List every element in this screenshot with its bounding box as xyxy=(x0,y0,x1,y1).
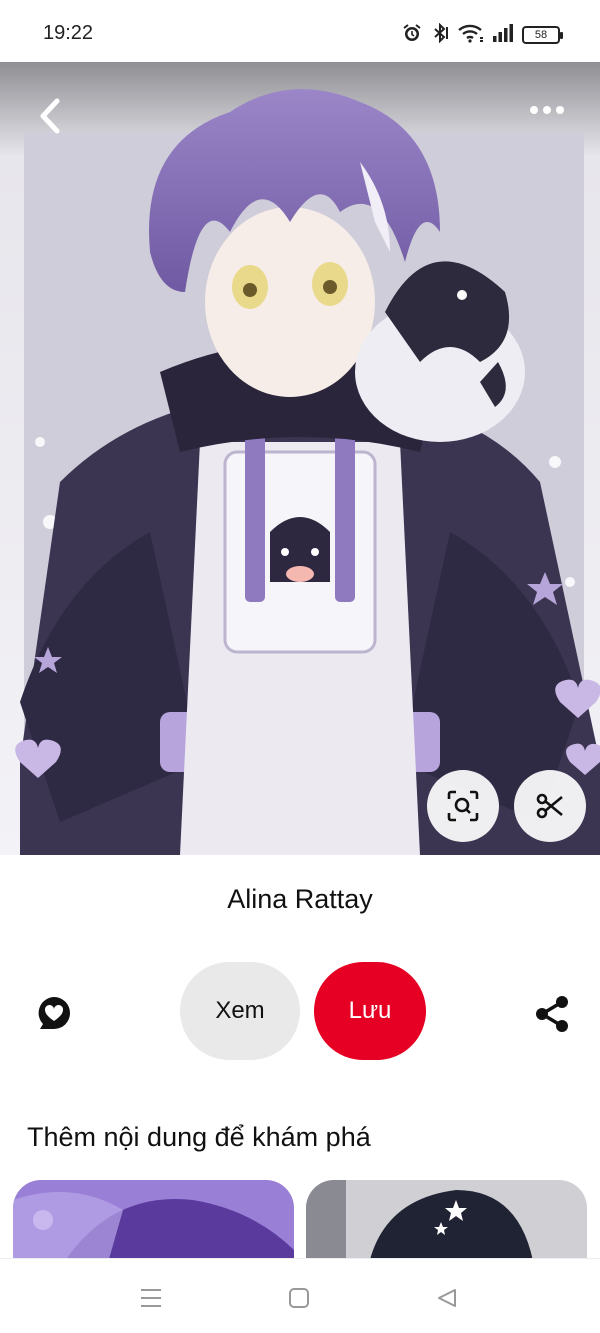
creator-name[interactable]: Alina Rattay xyxy=(0,884,600,915)
bluetooth-icon xyxy=(430,22,450,48)
pin-actions: Xem Lưu xyxy=(0,960,600,1062)
more-ideas-title: Thêm nội dung để khám phá xyxy=(27,1122,371,1152)
comment-button[interactable] xyxy=(30,990,78,1038)
comment-heart-icon xyxy=(38,997,70,1029)
system-nav-bar xyxy=(0,1258,600,1333)
more-dot-icon xyxy=(530,106,538,114)
home-button[interactable] xyxy=(284,1283,314,1313)
system-back-button[interactable] xyxy=(432,1283,462,1313)
more-options-button[interactable] xyxy=(522,92,572,128)
scissors-icon xyxy=(536,793,563,819)
menu-icon xyxy=(141,1289,161,1307)
visual-search-button[interactable] xyxy=(427,770,499,842)
save-button[interactable]: Lưu xyxy=(314,962,426,1060)
pin-image[interactable] xyxy=(0,62,600,855)
signal-icon xyxy=(492,23,514,48)
cutout-button[interactable] xyxy=(514,770,586,842)
home-icon xyxy=(289,1288,309,1308)
share-button[interactable] xyxy=(528,990,576,1038)
anime-illustration xyxy=(0,62,600,855)
back-button[interactable] xyxy=(28,92,72,140)
more-dot-icon xyxy=(556,106,564,114)
share-icon xyxy=(536,996,568,1032)
wifi-icon xyxy=(458,23,484,48)
status-time: 19:22 xyxy=(43,22,94,44)
status-bar: 19:22 58 xyxy=(0,0,600,62)
lens-search-icon xyxy=(447,790,479,822)
status-icons: 58 xyxy=(402,22,563,48)
more-dot-icon xyxy=(543,106,551,114)
chevron-left-icon xyxy=(40,98,60,134)
alarm-icon xyxy=(402,23,422,48)
back-triangle-icon xyxy=(438,1289,456,1307)
battery-icon: 58 xyxy=(522,26,563,44)
recent-apps-button[interactable] xyxy=(136,1283,166,1313)
view-button[interactable]: Xem xyxy=(180,962,300,1060)
